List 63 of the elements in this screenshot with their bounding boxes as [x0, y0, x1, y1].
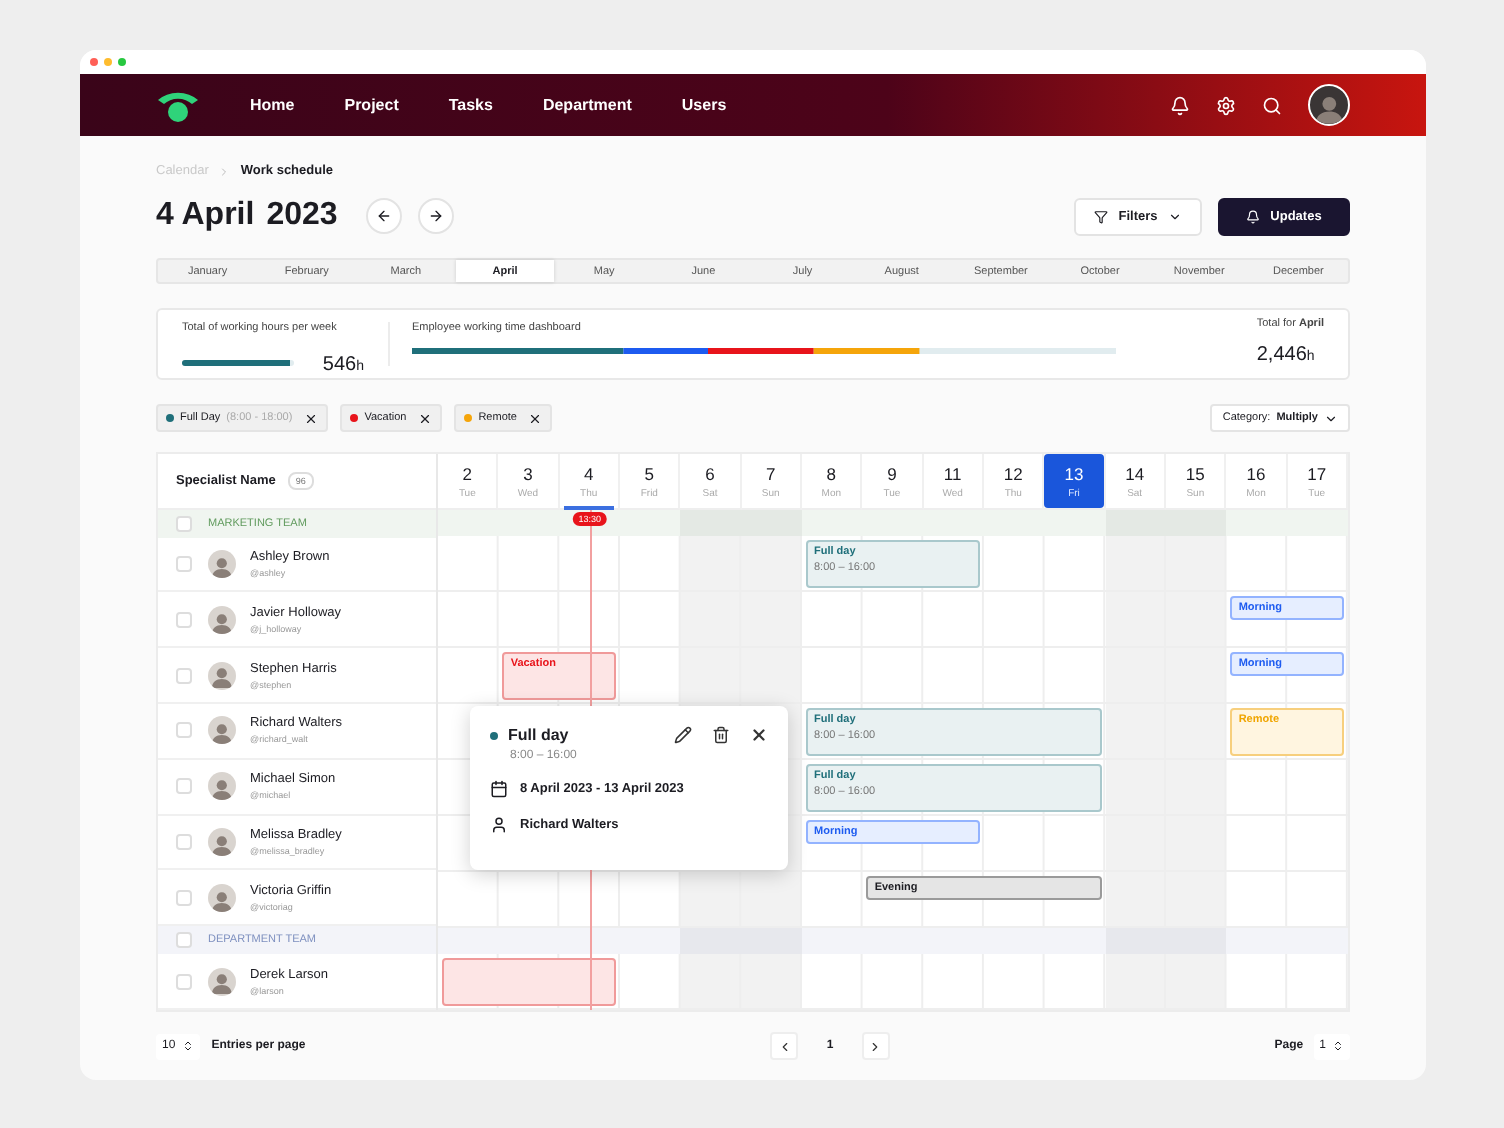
- stat-value: 2,446: [1256, 344, 1307, 366]
- checkbox[interactable]: [176, 515, 192, 532]
- page-title: 4 April: [156, 198, 255, 234]
- checkbox[interactable]: [176, 932, 192, 949]
- bell-icon: [1246, 209, 1261, 223]
- trash-icon: [712, 726, 730, 744]
- hours-bar: [182, 359, 295, 365]
- chevron-right-icon: [868, 1039, 883, 1053]
- checkbox[interactable]: [176, 611, 192, 628]
- close-button[interactable]: [750, 726, 768, 744]
- person-silhouette-icon: [212, 666, 232, 690]
- nav-link[interactable]: Tasks: [448, 96, 493, 115]
- nav-link[interactable]: Home: [250, 96, 295, 115]
- checkbox[interactable]: [176, 973, 192, 990]
- person-silhouette-icon: [212, 889, 232, 912]
- nav-link[interactable]: Project: [344, 96, 399, 115]
- calendar-icon: [490, 780, 508, 798]
- settings-icon[interactable]: [1216, 95, 1236, 116]
- close-icon[interactable]: [304, 411, 319, 425]
- popup-title: Full day: [508, 726, 569, 744]
- chevron-down-icon: [1167, 209, 1182, 223]
- chevron-down-icon: [1324, 411, 1338, 425]
- checkbox[interactable]: [176, 667, 192, 684]
- person-silhouette-icon: [212, 722, 232, 745]
- person-silhouette-icon: [212, 778, 232, 801]
- search-icon[interactable]: [1262, 95, 1282, 116]
- close-icon[interactable]: [528, 411, 543, 425]
- arrow-right-icon: [427, 208, 444, 224]
- event-block[interactable]: [442, 958, 616, 1006]
- logo-icon[interactable]: [156, 87, 200, 124]
- window-close-icon[interactable]: [90, 58, 98, 67]
- person-silhouette-icon: [212, 611, 232, 634]
- checkbox[interactable]: [176, 722, 192, 739]
- delete-button[interactable]: [712, 726, 730, 744]
- edit-button[interactable]: [674, 726, 692, 744]
- previous-button[interactable]: [365, 198, 402, 234]
- nav-link[interactable]: Users: [681, 96, 727, 115]
- next-page-button[interactable]: [861, 1032, 890, 1060]
- close-icon[interactable]: [418, 411, 433, 425]
- pencil-icon: [674, 726, 692, 744]
- previous-page-button[interactable]: [770, 1032, 799, 1060]
- user-avatar[interactable]: [1308, 84, 1350, 127]
- person-silhouette-icon: [212, 555, 232, 579]
- next-button[interactable]: [417, 198, 454, 234]
- person-icon: [490, 816, 508, 834]
- checkbox[interactable]: [176, 778, 192, 795]
- window-maximize-icon[interactable]: [118, 58, 126, 67]
- nav-link[interactable]: Department: [542, 96, 632, 115]
- person-silhouette-icon: [212, 833, 232, 857]
- page-year: 2023: [266, 198, 338, 234]
- bell-icon[interactable]: [1170, 95, 1190, 116]
- chevron-left-icon: [777, 1039, 792, 1053]
- arrow-left-icon: [375, 208, 392, 224]
- filter-icon: [1094, 209, 1109, 223]
- chevron-right-icon: [218, 165, 231, 177]
- stat-value: 546: [322, 354, 357, 376]
- checkbox[interactable]: [176, 834, 192, 851]
- checkbox[interactable]: [176, 556, 192, 573]
- window-minimize-icon[interactable]: [104, 58, 112, 67]
- person-silhouette-icon: [212, 972, 232, 996]
- close-icon: [750, 726, 768, 744]
- person-silhouette-icon: [1315, 94, 1343, 125]
- checkbox[interactable]: [176, 889, 192, 906]
